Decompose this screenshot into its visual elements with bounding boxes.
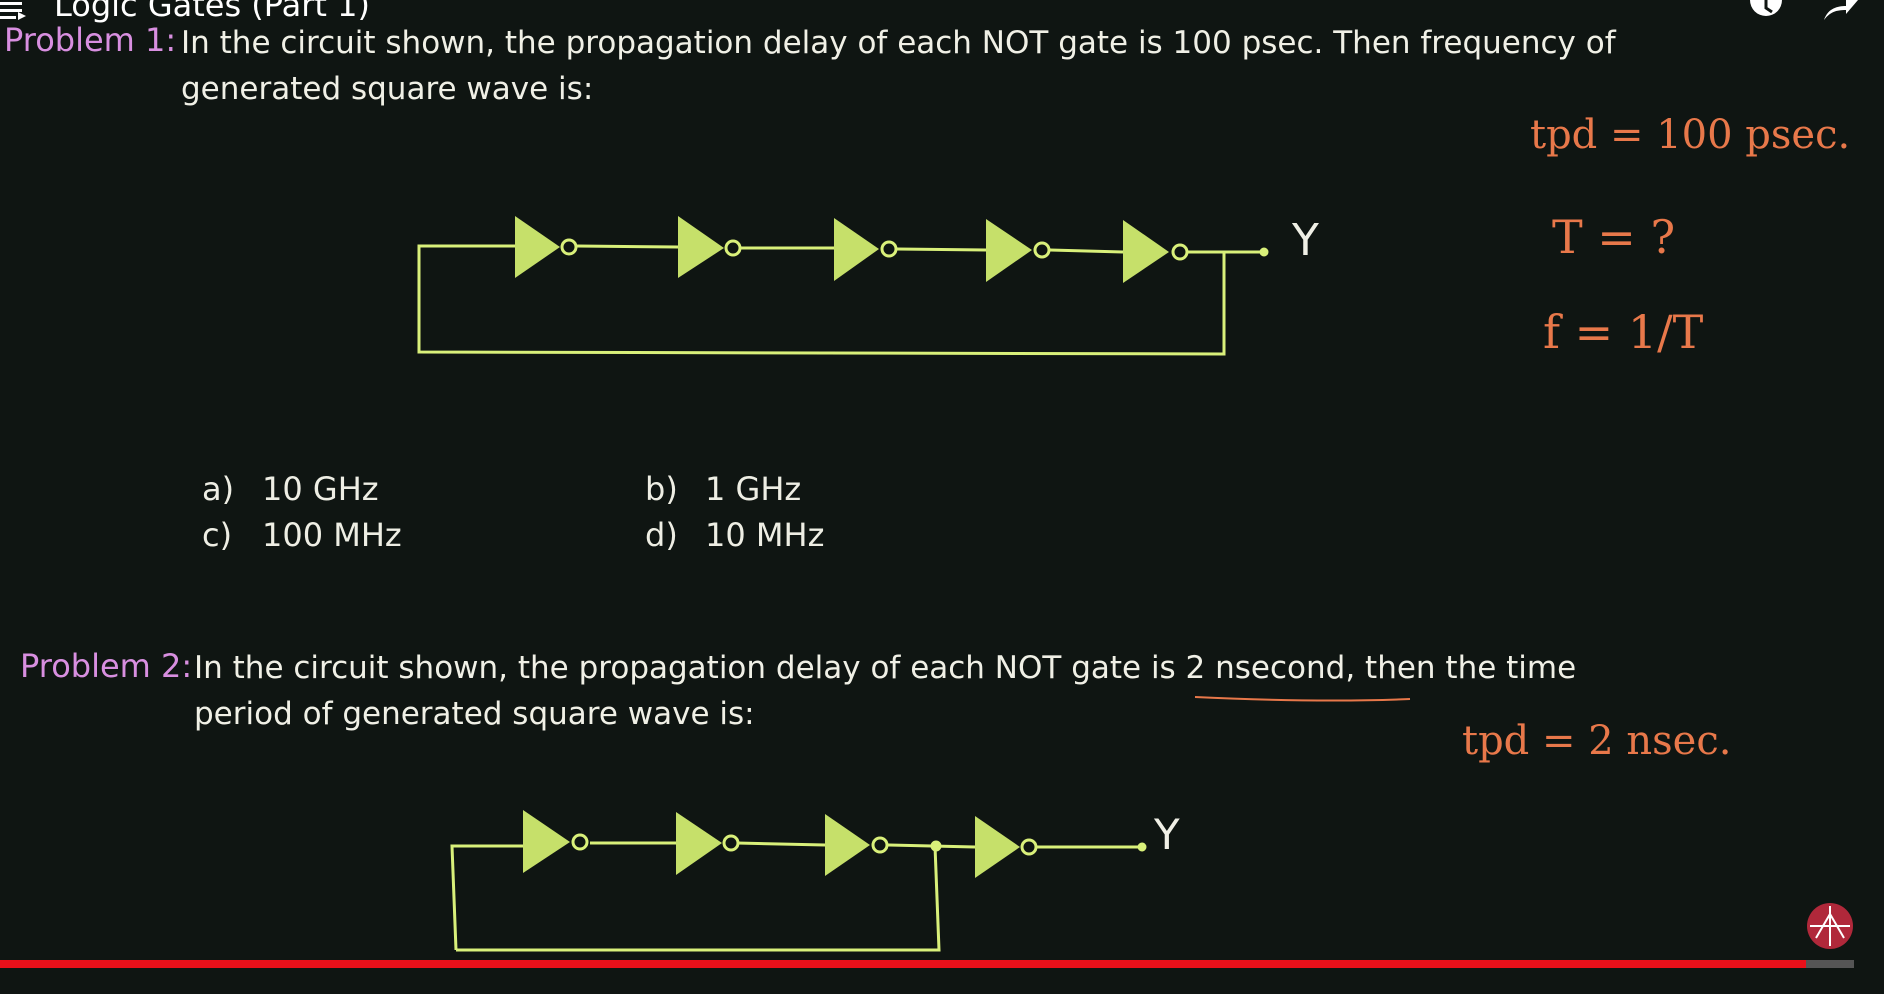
note-tpd-100ps: tpd = 100 psec. — [1530, 112, 1851, 158]
player-controls — [0, 980, 1884, 994]
channel-logo-icon[interactable] — [1806, 902, 1854, 950]
note-tpd-2ns: tpd = 2 nsec. — [1462, 718, 1732, 764]
problem2-output-label: Y — [1154, 810, 1180, 859]
not-gate-3 — [834, 218, 879, 281]
option-d[interactable]: d) 10 MHz — [645, 516, 824, 554]
option-b-text: 1 GHz — [705, 470, 802, 508]
problem2-text-line2: period of generated square wave is: — [194, 696, 755, 732]
not-gate-p2-4 — [975, 816, 1020, 878]
option-a-text: 10 GHz — [262, 470, 379, 508]
option-c-letter: c) — [202, 516, 233, 554]
not-gate-p2-2 — [676, 812, 722, 875]
option-d-text: 10 MHz — [705, 516, 825, 554]
not-gate-p2-1 — [523, 810, 570, 873]
option-d-letter: d) — [645, 516, 678, 554]
option-b[interactable]: b) 1 GHz — [645, 470, 801, 508]
progress-played — [0, 960, 1806, 968]
not-gate-1 — [515, 216, 560, 278]
problem2-text-line1: In the circuit shown, the propagation de… — [194, 650, 1577, 686]
option-c-text: 100 MHz — [262, 516, 402, 554]
not-gate-5 — [1123, 220, 1169, 283]
note-period-unknown: T = ? — [1552, 210, 1676, 264]
video-progress-bar[interactable] — [0, 960, 1854, 968]
not-gate-4 — [986, 219, 1032, 282]
not-gate-p2-3 — [825, 814, 870, 876]
underline-2-nsecond — [1194, 696, 1411, 702]
note-frequency-formula: f = 1/T — [1543, 305, 1704, 359]
not-gate-2 — [678, 216, 724, 278]
option-a[interactable]: a) 10 GHz — [202, 470, 379, 508]
problem2-circuit — [450, 840, 1147, 952]
option-a-letter: a) — [202, 470, 235, 508]
option-b-letter: b) — [645, 470, 678, 508]
problem1-output-label: Y — [1292, 215, 1319, 266]
problem2-label: Problem 2: — [20, 647, 193, 685]
option-c[interactable]: c) 100 MHz — [202, 516, 402, 554]
